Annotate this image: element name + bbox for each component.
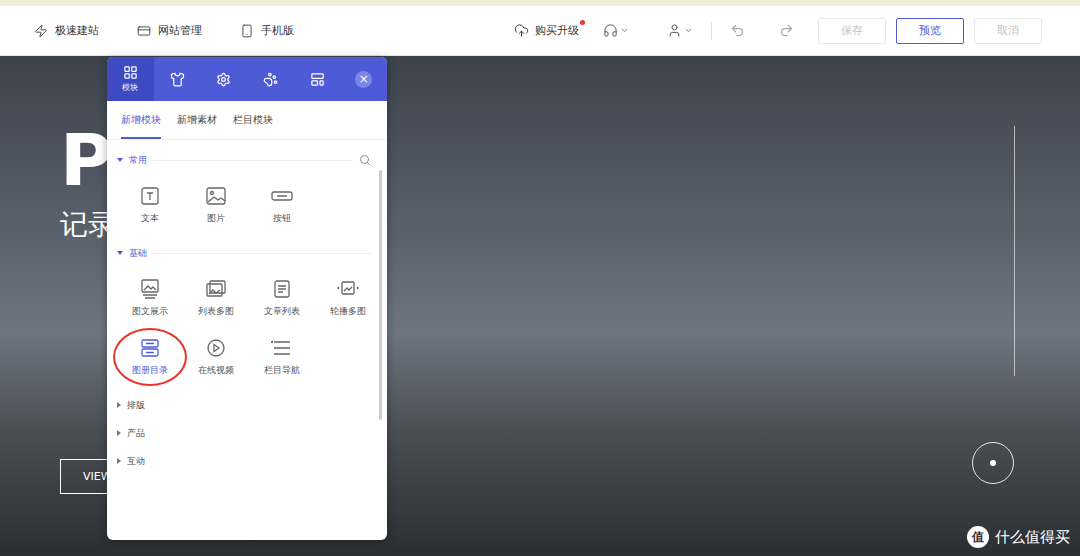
circle-button[interactable] [972,442,1014,484]
nav-group: 极速建站 网站管理 手机版 [34,23,294,38]
headset-icon [603,23,618,38]
module-panel: 模块×新增模块新增素材栏目模块常用文本图片按钮基础图文展示列表多图文章列表轮播多… [107,57,387,540]
triangle-icon [117,402,121,408]
upgrade-link[interactable]: 购买升级 [514,23,579,38]
module-grid: 文本图片按钮 [117,174,371,239]
top-bar: 极速建站 网站管理 手机版 购买升级 保存预览取消 [0,6,1080,56]
chevron-icon [620,26,629,35]
highlight-ring [113,328,187,386]
manage-icon [137,24,151,38]
module-item[interactable]: 在线视频 [183,330,249,383]
paw-icon [263,72,278,87]
action-button[interactable]: 取消 [974,18,1042,44]
section-rule [153,253,371,254]
section-header[interactable]: 互动 [117,447,371,475]
section-header[interactable]: 产品 [117,419,371,447]
layout-icon [310,72,325,87]
module-item[interactable]: 图文展示 [117,271,183,324]
undo-icon [730,23,745,38]
section-header[interactable]: 基础 [117,239,371,267]
module-item[interactable]: 轮播多图 [315,271,381,324]
triangle-icon [117,430,121,436]
triangle-icon [117,251,123,255]
module-item[interactable]: 按钮 [249,178,315,231]
badge-dot [580,20,585,25]
dot [990,460,996,466]
section-header[interactable]: 排版 [117,391,371,419]
module-item[interactable]: 文本 [117,178,183,231]
module-item[interactable]: 文章列表 [249,271,315,324]
search-icon[interactable] [359,154,371,166]
sub-tab[interactable]: 新增素材 [177,101,217,139]
action-group: 购买升级 保存预览取消 [514,18,1042,44]
icon-tab[interactable]: 模块 [107,57,154,101]
module-item[interactable]: 列表多图 [183,271,249,324]
support-button[interactable] [603,23,629,38]
nav-icon [271,338,293,358]
gear-icon [216,72,231,87]
zap-icon [34,24,48,38]
image-icon [205,186,227,206]
module-section: 排版 [117,391,371,419]
carousel-icon [337,279,359,299]
slider-line [1014,126,1015,376]
section-rule [153,160,353,161]
icon-tabs: 模块 × [107,57,387,101]
icon-tab[interactable] [154,57,201,101]
module-section: 基础图文展示列表多图文章列表轮播多图图册目录在线视频栏目导航 [117,239,371,391]
action-button[interactable]: 保存 [818,18,886,44]
scrollbar[interactable] [379,170,382,420]
chevron-icon [684,26,693,35]
redo-icon [779,23,794,38]
close-button[interactable]: × [355,71,372,88]
module-grid: 图文展示列表多图文章列表轮播多图图册目录在线视频栏目导航 [117,267,371,391]
icon-tab[interactable] [247,57,294,101]
module-item[interactable]: 图册目录 [117,330,183,383]
grid-icon [123,65,138,80]
watermark: 值什么值得买 [967,526,1070,548]
nav-item[interactable]: 极速建站 [34,23,99,38]
editor-page: 极速建站网站管理手机版购买升级保存预览取消PI记录VIEW值什么值得买模块×新增… [0,0,1080,556]
module-item[interactable]: 图片 [183,178,249,231]
undo-button[interactable] [730,23,745,38]
icon-tab[interactable] [294,57,341,101]
gallery-text-icon [139,279,161,299]
user-icon [667,23,682,38]
text-icon [139,186,161,206]
button-icon [271,186,293,206]
module-section: 互动 [117,447,371,475]
module-section: 产品 [117,419,371,447]
nav-item[interactable]: 网站管理 [137,23,202,38]
sub-tab[interactable]: 新增模块 [121,101,161,139]
article-list-icon [271,279,293,299]
action-button[interactable]: 预览 [896,18,964,44]
triangle-icon [117,458,121,464]
nav-item[interactable]: 手机版 [240,23,294,38]
shirt-icon [170,72,185,87]
watermark-badge: 值 [967,526,989,548]
icon-tab[interactable] [200,57,247,101]
triangle-icon [117,158,123,162]
catalog-icon [139,338,161,358]
module-section: 常用文本图片按钮 [117,146,371,239]
section-header[interactable]: 常用 [117,146,371,174]
panel-body: 常用文本图片按钮基础图文展示列表多图文章列表轮播多图图册目录在线视频栏目导航排版… [107,140,387,540]
redo-button[interactable] [779,23,794,38]
cloud-upload-icon [514,23,529,38]
sub-tabs: 新增模块新增素材栏目模块 [107,101,387,140]
module-item[interactable]: 栏目导航 [249,330,315,383]
close-tab: × [340,57,387,101]
sub-tab[interactable]: 栏目模块 [233,101,273,139]
list-images-icon [205,279,227,299]
account-button[interactable] [667,23,693,38]
phone-icon [240,24,254,38]
divider [711,22,712,40]
video-icon [205,338,227,358]
